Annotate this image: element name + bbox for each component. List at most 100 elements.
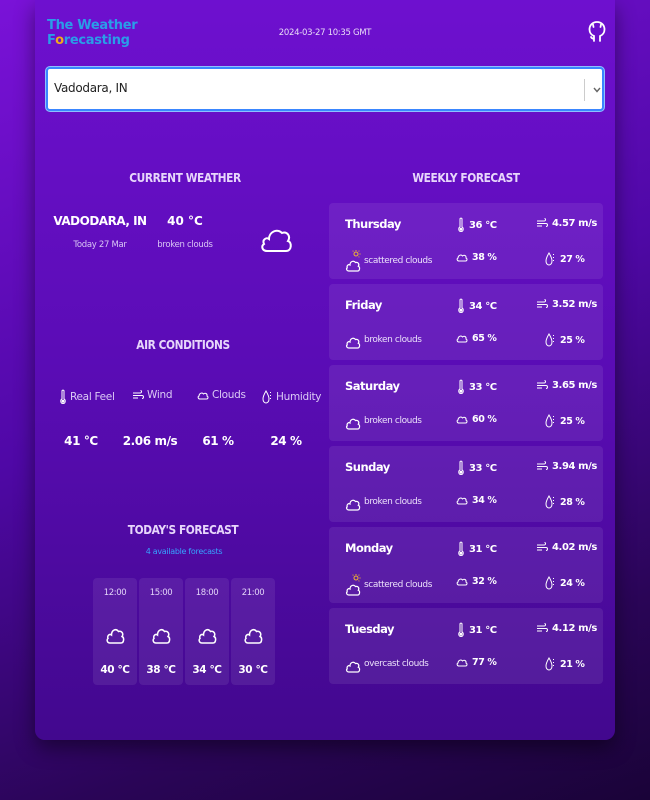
- thermometer-icon: [457, 298, 465, 314]
- forecast-humidity: 25 %: [545, 413, 585, 429]
- cloud-icon: [151, 618, 171, 648]
- todays-forecast-subtitle: 4 available forecasts: [145, 547, 223, 556]
- thermometer-icon: [457, 460, 465, 476]
- humidity-icon: [545, 494, 556, 510]
- cloud-icon: [345, 411, 361, 431]
- thermometer-icon: [457, 217, 465, 233]
- forecast-humidity: 21 %: [545, 656, 585, 672]
- forecast-temp: 36 °C: [457, 217, 497, 233]
- forecast-time: 12:00: [103, 588, 127, 598]
- forecast-description: scattered clouds: [345, 573, 432, 597]
- forecast-time: 21:00: [241, 588, 265, 598]
- forecast-description: broken clouds: [345, 411, 422, 431]
- humidity-label: Humidity: [262, 389, 322, 405]
- weekly-forecast-row: Tuesday 31 °C 4.12 m/s overcast clouds 77 % 2…: [329, 608, 603, 684]
- forecast-wind: 3.52 m/s: [536, 298, 597, 310]
- forecast-humidity: 28 %: [545, 494, 585, 510]
- city-search-select[interactable]: [46, 67, 604, 111]
- todays-forecast-title: TODAY'S FORECAST: [127, 522, 239, 537]
- cloud-icon: [456, 413, 468, 425]
- weekly-forecast-row: Sunday 33 °C 3.94 m/s broken clouds 34 % 28 %: [329, 446, 603, 522]
- cloud-icon: [345, 330, 361, 350]
- wind-icon: [132, 389, 144, 401]
- thermometer-icon: [457, 622, 465, 638]
- thermometer-icon: [457, 379, 465, 395]
- forecast-wind: 4.12 m/s: [536, 622, 597, 634]
- wind-icon: [536, 541, 548, 553]
- hourly-forecast-card: 15:00 38 °C: [139, 578, 183, 685]
- weekly-forecast-row: Monday 31 °C 4.02 m/s scattered clouds 32 % 2…: [329, 527, 603, 603]
- forecast-clouds: 32 %: [456, 575, 497, 587]
- forecast-day: Sunday: [345, 460, 390, 474]
- forecast-clouds: 77 %: [456, 656, 497, 668]
- cloud-icon: [456, 656, 468, 668]
- search-separator: [584, 79, 585, 101]
- real-feel-value: 41 °C: [64, 434, 98, 448]
- forecast-temp: 34 °C: [192, 664, 222, 676]
- thermometer-icon: [59, 389, 67, 405]
- cloud-icon: [197, 389, 209, 401]
- sun-cloud-icon: [345, 249, 361, 273]
- weekly-forecast-row: Saturday 33 °C 3.65 m/s broken clouds 60 % 25…: [329, 365, 603, 441]
- forecast-day: Saturday: [345, 379, 400, 393]
- cloud-icon: [258, 213, 294, 257]
- cloud-icon: [456, 332, 468, 344]
- forecast-clouds: 38 %: [456, 251, 497, 263]
- cloud-icon: [197, 618, 217, 648]
- forecast-time: 18:00: [195, 588, 219, 598]
- city-search-input[interactable]: [54, 81, 554, 95]
- wind-icon: [536, 379, 548, 391]
- current-date: Today 27 Mar: [73, 240, 127, 250]
- forecast-day: Friday: [345, 298, 382, 312]
- forecast-temp: 31 °C: [457, 541, 497, 557]
- current-weather-title: CURRENT WEATHER: [129, 170, 241, 185]
- github-icon[interactable]: [588, 20, 606, 44]
- humidity-icon: [545, 413, 556, 429]
- current-datetime: 2024-03-27 10:35 GMT: [278, 28, 372, 38]
- forecast-temp: 40 °C: [100, 664, 130, 676]
- cloud-icon: [105, 618, 125, 648]
- forecast-wind: 4.02 m/s: [536, 541, 597, 553]
- clouds-label: Clouds: [197, 389, 246, 401]
- sun-cloud-icon: [345, 573, 361, 597]
- weekly-forecast-title: WEEKLY FORECAST: [412, 170, 520, 185]
- cloud-icon: [456, 494, 468, 506]
- current-city: VADODARA, IN: [53, 214, 147, 228]
- wind-label: Wind: [132, 389, 173, 401]
- cloud-icon: [456, 251, 468, 263]
- hourly-forecast-card: 12:00 40 °C: [93, 578, 137, 685]
- forecast-humidity: 25 %: [545, 332, 585, 348]
- humidity-icon: [545, 656, 556, 672]
- forecast-clouds: 34 %: [456, 494, 497, 506]
- current-description: broken clouds: [157, 240, 213, 250]
- forecast-description: scattered clouds: [345, 249, 432, 273]
- forecast-humidity: 27 %: [545, 251, 585, 267]
- forecast-humidity: 24 %: [545, 575, 585, 591]
- forecast-wind: 3.94 m/s: [536, 460, 597, 472]
- humidity-icon: [545, 575, 556, 591]
- humidity-icon: [545, 332, 556, 348]
- forecast-day: Monday: [345, 541, 393, 555]
- cloud-icon: [456, 575, 468, 587]
- forecast-temp: 34 °C: [457, 298, 497, 314]
- current-temp: 40 °C: [167, 214, 203, 228]
- chevron-down-icon[interactable]: [590, 79, 604, 101]
- forecast-wind: 4.57 m/s: [536, 217, 597, 229]
- forecast-clouds: 60 %: [456, 413, 497, 425]
- forecast-temp: 30 °C: [238, 664, 268, 676]
- forecast-description: overcast clouds: [345, 654, 429, 674]
- wind-icon: [536, 622, 548, 634]
- forecast-temp: 33 °C: [457, 460, 497, 476]
- forecast-time: 15:00: [149, 588, 173, 598]
- humidity-value: 24 %: [270, 434, 302, 448]
- wind-icon: [536, 460, 548, 472]
- humidity-icon: [262, 389, 273, 405]
- thermometer-icon: [457, 541, 465, 557]
- hourly-forecast-card: 18:00 34 °C: [185, 578, 229, 685]
- forecast-clouds: 65 %: [456, 332, 497, 344]
- forecast-temp: 33 °C: [457, 379, 497, 395]
- cloud-icon: [243, 618, 263, 648]
- real-feel-label: Real Feel: [59, 389, 115, 405]
- forecast-temp: 38 °C: [146, 664, 176, 676]
- hourly-forecast-card: 21:00 30 °C: [231, 578, 275, 685]
